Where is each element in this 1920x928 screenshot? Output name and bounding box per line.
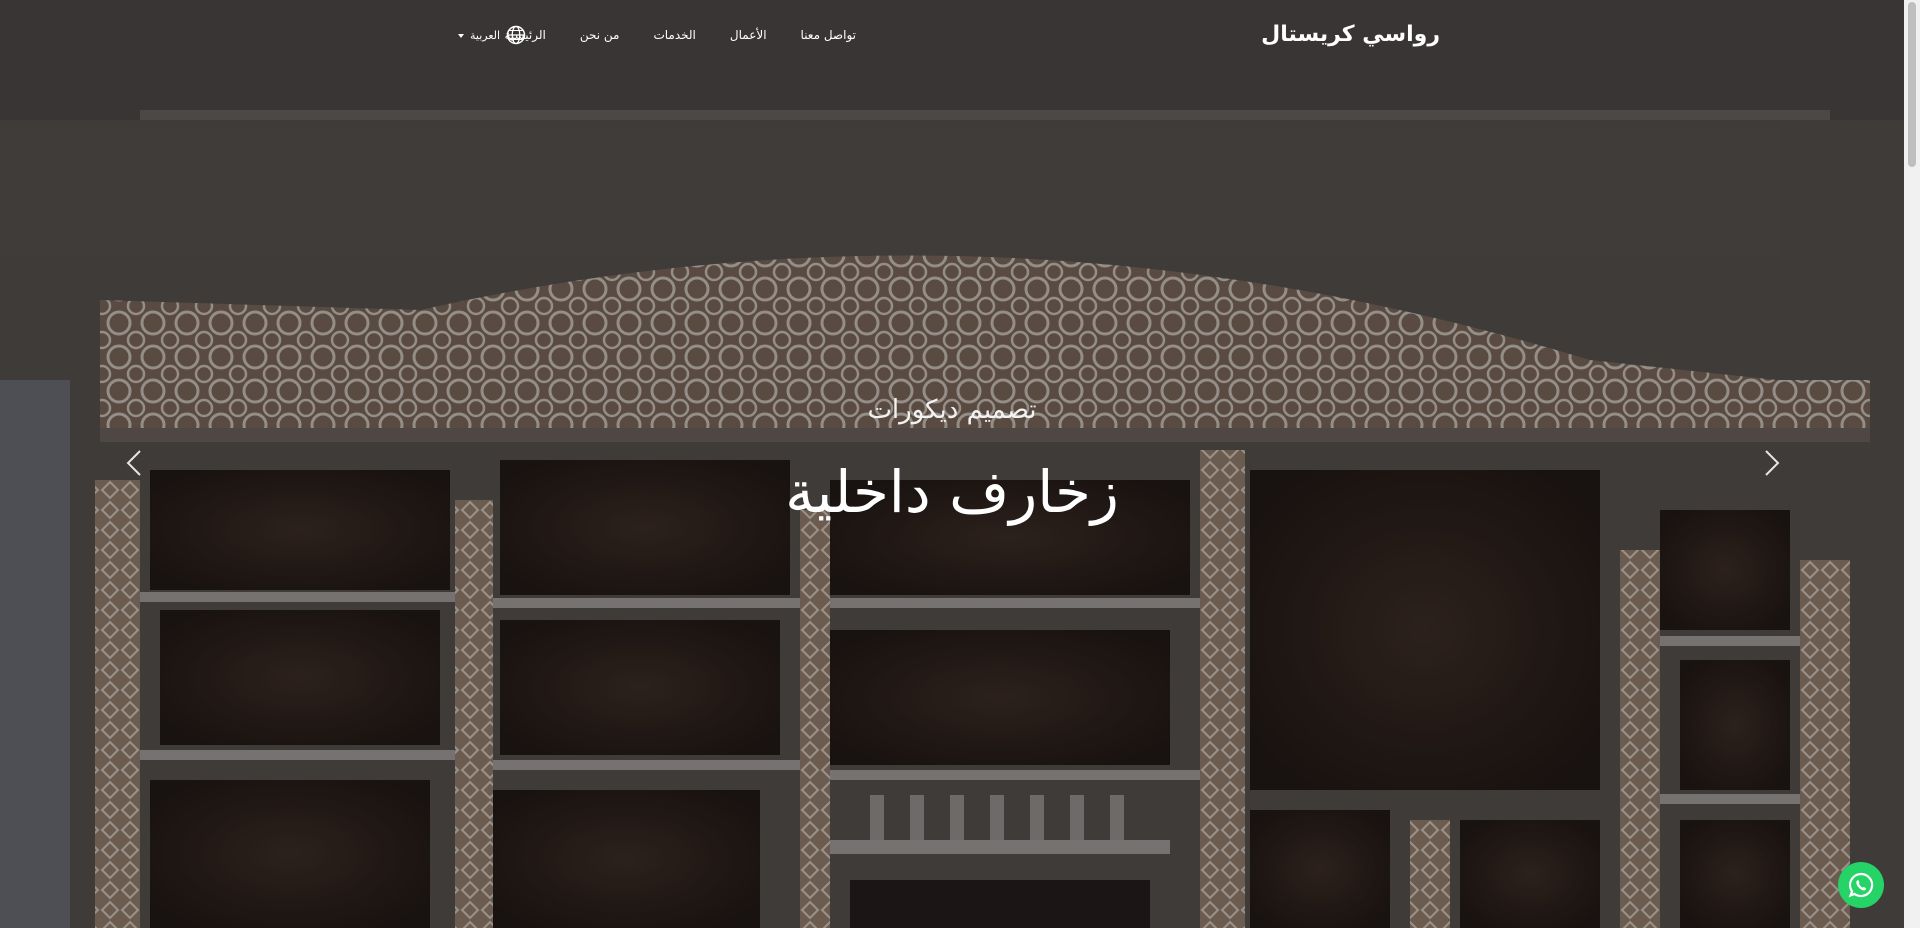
nav-item-services[interactable]: الخدمات [636, 28, 712, 42]
hero-title-text: زخارف داخلية [785, 458, 1119, 526]
site-header: رواسي كريستال الرئيسية من نحن الخدمات ال… [0, 0, 1904, 76]
language-label: العربية [470, 28, 501, 42]
hero-slider: رواسي كريستال الرئيسية من نحن الخدمات ال… [0, 0, 1904, 928]
hero-subtitle: تصميم ديكورات [0, 395, 1904, 425]
hero-subtitle-text: تصميم ديكورات [867, 395, 1037, 425]
nav-item-about[interactable]: من نحن [563, 28, 637, 42]
globe-icon [506, 25, 526, 45]
whatsapp-button[interactable] [1838, 862, 1884, 908]
chevron-left-icon[interactable] [120, 448, 150, 478]
caret-down-icon [458, 34, 464, 38]
site-logo-text[interactable]: رواسي كريستال [1261, 22, 1440, 47]
nav-item-contact[interactable]: تواصل معنا [784, 28, 873, 42]
chevron-right-icon[interactable] [1756, 448, 1786, 478]
nav-item-works[interactable]: الأعمال [713, 28, 784, 42]
scrollbar-thumb[interactable] [1908, 2, 1916, 167]
main-nav: الرئيسية من نحن الخدمات الأعمال تواصل مع… [488, 28, 874, 42]
hero-title: زخارف داخلية [0, 458, 1904, 526]
whatsapp-icon [1848, 872, 1874, 898]
page-scrollbar[interactable] [1904, 0, 1920, 928]
language-selector[interactable]: العربية [458, 25, 526, 45]
